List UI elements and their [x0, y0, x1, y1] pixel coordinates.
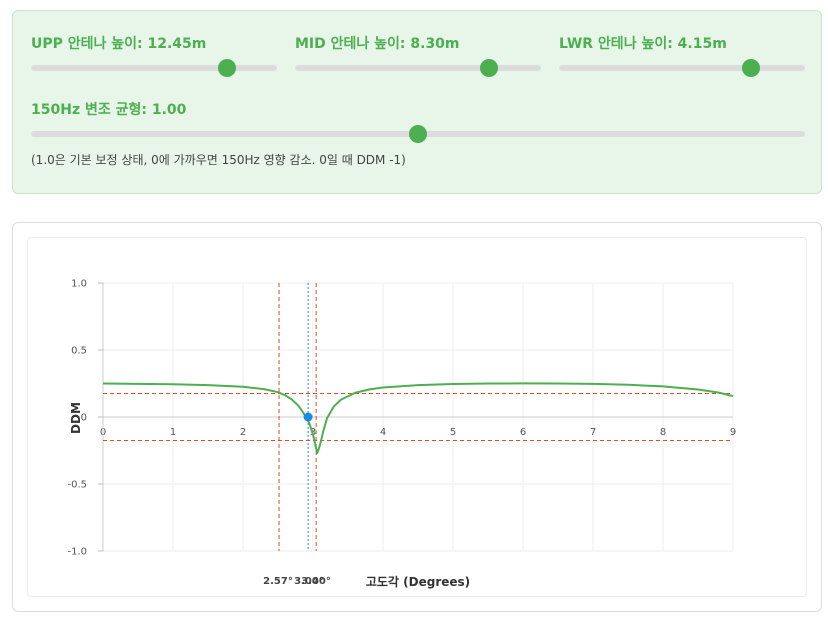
upp-height-label: UPP 안테나 높이: 12.45m	[31, 36, 207, 52]
upp-height-slider-thumb[interactable]	[218, 59, 237, 77]
upp-height-control: UPP 안테나 높이: 12.45m	[31, 33, 277, 79]
mid-height-slider[interactable]	[295, 59, 541, 77]
x-tick-label: 1	[170, 427, 176, 438]
lwr-height-control: LWR 안테나 높이: 4.15m	[559, 33, 805, 79]
x-tick-label: 7	[590, 427, 596, 438]
balance-slider-thumb[interactable]	[409, 125, 427, 143]
x-tick-label: 6	[520, 427, 526, 438]
angle-annotation: 2.57°	[263, 576, 293, 587]
balance-control: 150Hz 변조 균형: 1.00	[31, 99, 805, 145]
balance-label: 150Hz 변조 균형: 1.00	[31, 102, 187, 118]
mid-height-label: MID 안테나 높이: 8.30m	[295, 36, 460, 52]
axes: 01234567891.00.50-0.5-1.0	[67, 279, 736, 558]
x-tick-label: 5	[450, 427, 456, 438]
y-tick-label: -1.0	[67, 547, 87, 558]
mid-height-control: MID 안테나 높이: 8.30m	[295, 33, 541, 79]
y-tick-label: -0.5	[67, 480, 87, 491]
ddm-chart: 01234567891.00.50-0.5-1.0 고도각 (Degrees) …	[67, 279, 736, 590]
lwr-height-label: LWR 안테나 높이: 4.15m	[559, 36, 727, 52]
mid-height-slider-thumb[interactable]	[480, 59, 499, 77]
current-angle-marker	[303, 412, 313, 422]
balance-slider[interactable]	[31, 125, 805, 143]
y-tick-label: 0.5	[71, 346, 87, 357]
chart-card: 01234567891.00.50-0.5-1.0 고도각 (Degrees) …	[12, 222, 822, 612]
axis-labels: 고도각 (Degrees) DDM 2.57° 3.00°3.40°	[69, 402, 470, 589]
x-tick-label: 4	[380, 427, 386, 438]
x-axis-label: 고도각 (Degrees)	[366, 574, 470, 589]
angle-annotation: 3.40°	[301, 576, 331, 587]
balance-note: (1.0은 기본 보정 상태, 0에 가까우면 150Hz 영향 감소. 0일 …	[31, 153, 406, 167]
y-tick-label: 1.0	[71, 279, 87, 290]
x-tick-label: 2	[240, 427, 246, 438]
lwr-height-slider-thumb[interactable]	[741, 59, 760, 77]
x-tick-label: 9	[730, 427, 736, 438]
y-axis-label: DDM	[69, 402, 83, 434]
lwr-height-slider[interactable]	[559, 59, 805, 77]
control-panel: UPP 안테나 높이: 12.45m MID 안테나 높이: 8.30m LWR…	[12, 10, 822, 194]
upp-height-slider[interactable]	[31, 59, 277, 77]
x-tick-label: 8	[660, 427, 666, 438]
chart-container: 01234567891.00.50-0.5-1.0 고도각 (Degrees) …	[27, 237, 807, 597]
